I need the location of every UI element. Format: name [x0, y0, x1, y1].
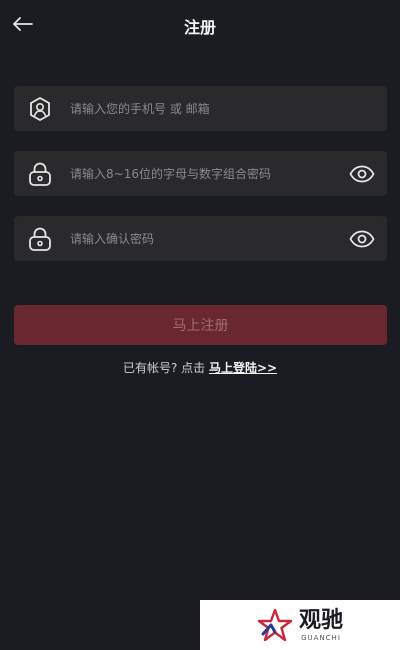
account-input[interactable] — [70, 86, 340, 131]
login-prompt: 已有帐号? 点击 马上登陆>> — [0, 359, 400, 376]
confirm-password-input[interactable] — [70, 216, 340, 261]
watermark: 观驰 GUANCHI — [200, 600, 400, 650]
confirm-password-field[interactable] — [14, 216, 387, 261]
show-confirm-password-toggle[interactable] — [349, 226, 375, 252]
star-logo-icon — [257, 608, 293, 642]
login-prompt-text: 已有帐号? 点击 — [122, 361, 209, 375]
eye-icon — [349, 165, 375, 183]
watermark-logo-subtext: GUANCHI — [301, 633, 341, 642]
account-field[interactable] — [14, 86, 387, 131]
login-link[interactable]: 马上登陆>> — [209, 361, 277, 375]
watermark-logo-text: 观驰 — [298, 607, 343, 633]
password-input[interactable] — [70, 151, 340, 196]
lock-icon — [26, 225, 54, 253]
show-password-toggle[interactable] — [349, 161, 375, 187]
password-field[interactable] — [14, 151, 387, 196]
page-title: 注册 — [183, 18, 216, 37]
register-button[interactable]: 马上注册 — [14, 305, 387, 345]
header: 注册 — [0, 0, 400, 50]
lock-icon — [26, 160, 54, 188]
user-shield-icon — [26, 95, 54, 123]
eye-icon — [349, 230, 375, 248]
